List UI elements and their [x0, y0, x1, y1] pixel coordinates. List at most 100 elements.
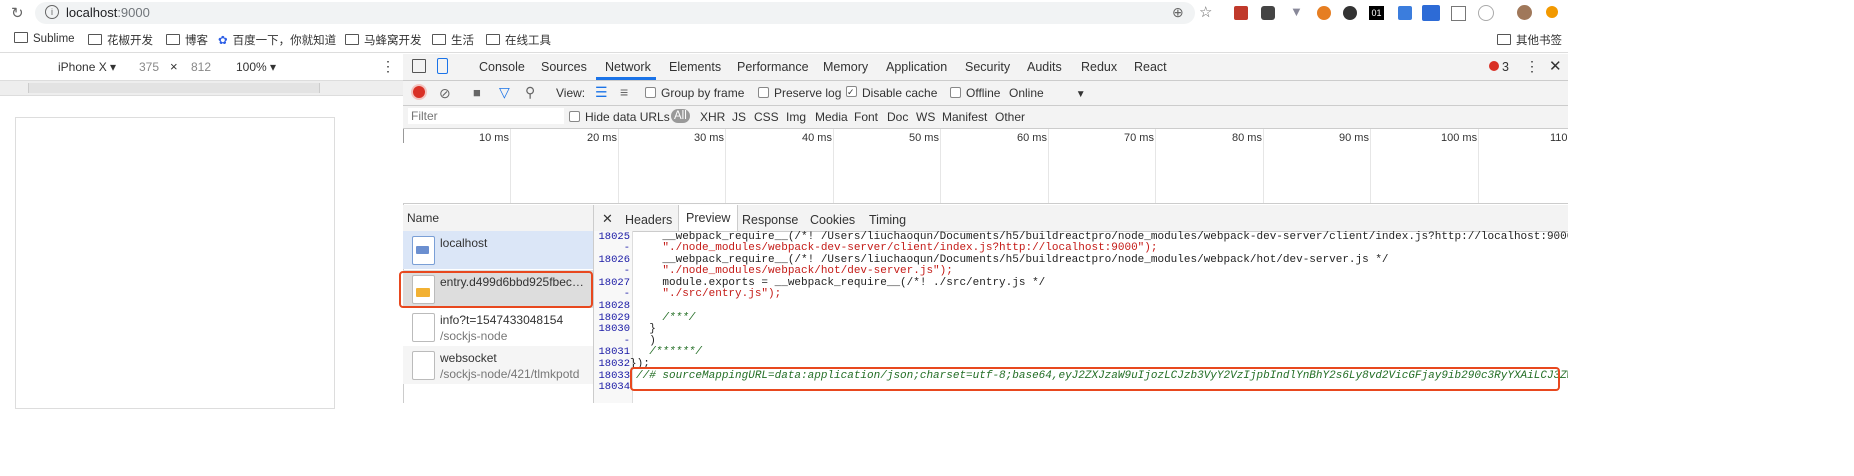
- type-filter-manifest[interactable]: Manifest: [942, 110, 987, 124]
- update-icon[interactable]: [1546, 6, 1558, 18]
- clear-icon[interactable]: ⊘: [439, 85, 451, 102]
- type-filter-js[interactable]: JS: [732, 110, 746, 124]
- tab-performance[interactable]: Performance: [737, 60, 809, 74]
- type-filter-all[interactable]: All: [671, 109, 690, 123]
- error-icon[interactable]: [1489, 61, 1499, 71]
- device-select[interactable]: iPhone X ▾: [58, 60, 116, 74]
- preserve-log[interactable]: Preserve log: [758, 86, 841, 100]
- column-title: Name: [407, 211, 440, 225]
- type-filter-media[interactable]: Media: [815, 110, 848, 124]
- checkbox-label: Offline: [966, 86, 1001, 100]
- screenshot-icon[interactable]: ■: [473, 85, 481, 100]
- reload-icon[interactable]: ↻: [11, 4, 24, 22]
- name-column-header[interactable]: Name: [403, 205, 593, 232]
- offline[interactable]: Offline: [950, 86, 1000, 100]
- hide-data-urls[interactable]: Hide data URLs: [569, 110, 670, 124]
- tick-label: 70 ms: [1124, 132, 1154, 144]
- bookmark-tools[interactable]: 在线工具: [486, 32, 551, 48]
- folder-icon: [486, 34, 500, 45]
- line-number: -: [623, 242, 630, 254]
- more-icon[interactable]: ⋮: [381, 58, 395, 75]
- bookmark-blog[interactable]: 博客: [166, 32, 208, 48]
- throttle-select[interactable]: Online ▼: [1009, 86, 1086, 100]
- extension-icon[interactable]: [1422, 5, 1440, 21]
- bookmark-baidu[interactable]: ✿ 百度一下，你就知道: [218, 32, 336, 48]
- tab-redux[interactable]: Redux: [1081, 60, 1117, 74]
- bookmark-life[interactable]: 生活: [432, 32, 474, 48]
- device-width[interactable]: 375: [139, 60, 159, 74]
- more-icon[interactable]: ⋮: [1525, 58, 1539, 75]
- search-icon[interactable]: ⚲: [525, 84, 535, 101]
- bookmark-sublime[interactable]: Sublime: [14, 32, 75, 45]
- bookmark-huajiao[interactable]: 花椒开发: [88, 32, 153, 48]
- disable-cache[interactable]: Disable cache: [846, 86, 937, 100]
- checkbox[interactable]: [645, 87, 656, 98]
- checkbox[interactable]: [569, 111, 580, 122]
- checkbox[interactable]: [846, 86, 857, 97]
- tab-network[interactable]: Network: [605, 60, 651, 74]
- filter-input[interactable]: [408, 108, 564, 124]
- record-icon[interactable]: [413, 86, 425, 98]
- tab-elements[interactable]: Elements: [669, 60, 721, 74]
- network-overview[interactable]: 10 ms 20 ms 30 ms 40 ms 50 ms 60 ms 70 m…: [403, 129, 1568, 204]
- code-line: /******/: [636, 346, 703, 358]
- url-text[interactable]: localhost:9000: [66, 5, 150, 20]
- checkbox-label: Group by frame: [661, 86, 745, 100]
- extension-icon[interactable]: [1261, 6, 1275, 20]
- extension-icon[interactable]: [1343, 6, 1357, 20]
- tab-timing[interactable]: Timing: [869, 213, 906, 227]
- device-height[interactable]: 812: [191, 60, 211, 74]
- tab-response[interactable]: Response: [742, 213, 798, 227]
- extension-icon[interactable]: [1317, 6, 1331, 20]
- request-row[interactable]: websocket /sockjs-node/421/tlmkpotd: [403, 346, 593, 384]
- tab-application[interactable]: Application: [886, 60, 947, 74]
- star-icon[interactable]: ☆: [1199, 3, 1212, 21]
- extension-icon[interactable]: [1478, 5, 1494, 21]
- tab-sources[interactable]: Sources: [541, 60, 587, 74]
- device-viewport[interactable]: [15, 117, 335, 409]
- address-bar[interactable]: [35, 2, 1195, 24]
- tab-security[interactable]: Security: [965, 60, 1010, 74]
- error-count[interactable]: 3: [1502, 60, 1509, 74]
- checkbox[interactable]: [950, 87, 961, 98]
- zoom-select[interactable]: 100% ▾: [236, 60, 276, 74]
- avatar[interactable]: [1517, 5, 1532, 20]
- close-icon[interactable]: ✕: [1549, 57, 1562, 75]
- type-filter-css[interactable]: CSS: [754, 110, 779, 124]
- group-by-frame[interactable]: Group by frame: [645, 86, 744, 100]
- tab-headers[interactable]: Headers: [625, 213, 672, 227]
- inspect-icon[interactable]: [412, 59, 426, 73]
- type-filter-doc[interactable]: Doc: [887, 110, 908, 124]
- extension-icon[interactable]: [1398, 6, 1412, 20]
- zoom-icon[interactable]: ⊕: [1172, 4, 1184, 21]
- type-filter-other[interactable]: Other: [995, 110, 1025, 124]
- bookmark-other[interactable]: 其他书签: [1497, 32, 1562, 48]
- waterfall-view-icon[interactable]: ≡: [620, 84, 628, 100]
- tab-react[interactable]: React: [1134, 60, 1167, 74]
- request-row[interactable]: info?t=1547433048154 /sockjs-node: [403, 308, 593, 346]
- tick-label: 110: [1550, 132, 1568, 144]
- tab-audits[interactable]: Audits: [1027, 60, 1062, 74]
- type-filter-xhr[interactable]: XHR: [700, 110, 725, 124]
- filter-icon[interactable]: ▽: [499, 84, 510, 101]
- bookmark-mafengwo[interactable]: 马蜂窝开发: [345, 32, 422, 48]
- media-query-bar[interactable]: [28, 83, 320, 93]
- extension-icon[interactable]: 01: [1369, 6, 1384, 20]
- extension-icon[interactable]: [1234, 6, 1248, 20]
- checkbox[interactable]: [758, 87, 769, 98]
- device-toggle-icon[interactable]: [437, 58, 448, 74]
- type-filter-font[interactable]: Font: [854, 110, 878, 124]
- type-filter-img[interactable]: Img: [786, 110, 806, 124]
- info-icon[interactable]: i: [45, 5, 59, 19]
- tab-preview[interactable]: Preview: [678, 205, 739, 231]
- tab-memory[interactable]: Memory: [823, 60, 868, 74]
- extension-icon[interactable]: [1451, 6, 1466, 21]
- type-filter-ws[interactable]: WS: [916, 110, 935, 124]
- grid-line: [1370, 129, 1371, 203]
- request-row[interactable]: localhost: [403, 231, 593, 269]
- tab-console[interactable]: Console: [479, 60, 525, 74]
- tab-cookies[interactable]: Cookies: [810, 213, 855, 227]
- list-view-icon[interactable]: ☰: [595, 84, 608, 101]
- close-icon[interactable]: ✕: [602, 211, 613, 227]
- extension-icon[interactable]: ▼: [1290, 4, 1303, 19]
